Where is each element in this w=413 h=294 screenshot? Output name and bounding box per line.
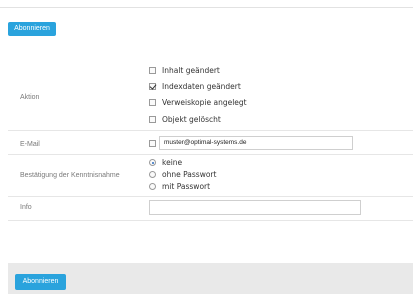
form-footer (8, 263, 413, 294)
option-label: Indexdaten geändert (162, 82, 241, 91)
checkbox[interactable] (149, 99, 156, 106)
action-label: Aktion (20, 94, 40, 101)
email-field[interactable]: muster@optimal-systems.de (159, 136, 353, 150)
subscription-form: Aktion Inhalt geändert Indexdaten geände… (8, 58, 413, 282)
confirmation-option-with-password[interactable]: mit Passwort (149, 182, 210, 191)
row-divider (8, 154, 413, 155)
action-option-reference-copy[interactable]: Verweiskopie angelegt (149, 98, 247, 107)
checkbox[interactable] (149, 67, 156, 74)
radio[interactable] (149, 183, 156, 190)
action-option-object-deleted[interactable]: Objekt gelöscht (149, 115, 221, 124)
option-label: ohne Passwort (162, 170, 217, 179)
subscribe-button-top[interactable]: Abonnieren (8, 22, 56, 36)
row-divider (8, 130, 413, 131)
option-label: Verweiskopie angelegt (162, 98, 247, 107)
subscribe-button-bottom[interactable]: Abonnieren (15, 274, 66, 290)
action-option-index-changed[interactable]: Indexdaten geändert (149, 82, 241, 91)
action-option-content-changed[interactable]: Inhalt geändert (149, 66, 220, 75)
option-label: mit Passwort (162, 182, 211, 191)
row-divider (8, 220, 413, 221)
radio[interactable] (149, 159, 156, 166)
confirmation-option-none[interactable]: keine (149, 158, 182, 167)
email-label: E-Mail (20, 141, 40, 148)
email-checkbox[interactable] (149, 140, 156, 147)
option-label: Inhalt geändert (162, 66, 220, 75)
radio[interactable] (149, 171, 156, 178)
checkbox[interactable] (149, 116, 156, 123)
confirmation-option-no-password[interactable]: ohne Passwort (149, 170, 216, 179)
info-label: Info (20, 204, 32, 211)
option-label: keine (162, 158, 183, 167)
info-field[interactable] (149, 200, 361, 215)
option-label: Objekt gelöscht (162, 115, 221, 124)
top-divider (0, 7, 413, 8)
row-divider (8, 196, 413, 197)
checkbox[interactable] (149, 83, 156, 90)
confirmation-label: Bestätigung der Kenntnisnahme (20, 172, 120, 179)
